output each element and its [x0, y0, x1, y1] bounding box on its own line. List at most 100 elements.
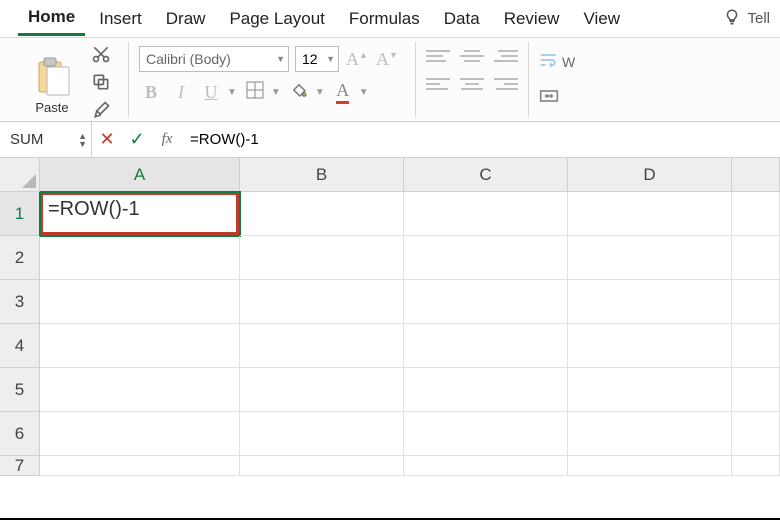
- name-box[interactable]: SUM ▲▼: [0, 122, 92, 157]
- cell[interactable]: [240, 324, 404, 368]
- cell[interactable]: [240, 412, 404, 456]
- cell[interactable]: [240, 192, 404, 236]
- align-top-button[interactable]: [426, 46, 450, 66]
- col-header-c[interactable]: C: [404, 158, 568, 192]
- row-header[interactable]: 4: [0, 324, 40, 368]
- cell[interactable]: [732, 456, 780, 476]
- bulb-icon: [723, 8, 741, 30]
- row-header[interactable]: 2: [0, 236, 40, 280]
- cell[interactable]: [404, 280, 568, 324]
- formula-bar: SUM ▲▼ ✕ ✓ fx: [0, 122, 780, 158]
- cell[interactable]: [40, 456, 240, 476]
- cell[interactable]: [240, 456, 404, 476]
- cell[interactable]: [40, 368, 240, 412]
- group-clipboard: Paste: [14, 42, 129, 117]
- cell[interactable]: [240, 280, 404, 324]
- cell[interactable]: [240, 236, 404, 280]
- borders-icon: [246, 81, 264, 104]
- wrap-text-button[interactable]: W: [539, 52, 575, 71]
- col-header-b[interactable]: B: [240, 158, 404, 192]
- align-center-button[interactable]: [460, 74, 484, 94]
- tab-review[interactable]: Review: [494, 3, 570, 35]
- select-all-corner[interactable]: [0, 158, 40, 192]
- tell-me-label: Tell: [747, 10, 770, 27]
- fill-color-button[interactable]: [287, 80, 311, 104]
- cancel-formula-button[interactable]: ✕: [92, 122, 122, 157]
- row-header[interactable]: 6: [0, 412, 40, 456]
- cell-a1[interactable]: =ROW()-1: [40, 192, 240, 236]
- cell[interactable]: [568, 412, 732, 456]
- chevron-down-icon: ▼: [227, 87, 237, 98]
- ribbon-body: Paste: [0, 38, 780, 122]
- tab-home[interactable]: Home: [18, 1, 85, 36]
- font-color-icon: A: [336, 80, 349, 104]
- increase-font-button[interactable]: A▲: [345, 47, 369, 71]
- cell[interactable]: [404, 456, 568, 476]
- chevron-down-icon: ▼: [326, 54, 335, 64]
- cell[interactable]: [40, 280, 240, 324]
- cell[interactable]: [568, 368, 732, 412]
- tab-draw[interactable]: Draw: [156, 3, 216, 35]
- align-bottom-button[interactable]: [494, 46, 518, 66]
- cell[interactable]: [404, 236, 568, 280]
- bold-button[interactable]: B: [139, 80, 163, 104]
- cell[interactable]: [732, 412, 780, 456]
- format-painter-button[interactable]: [84, 100, 118, 122]
- cell[interactable]: [404, 368, 568, 412]
- row-header[interactable]: 7: [0, 456, 40, 476]
- row-header[interactable]: 5: [0, 368, 40, 412]
- font-name-select[interactable]: [139, 46, 289, 72]
- cell[interactable]: [732, 368, 780, 412]
- cell[interactable]: [404, 192, 568, 236]
- merge-icon: [539, 88, 559, 107]
- tab-data[interactable]: Data: [434, 3, 490, 35]
- cell[interactable]: [568, 456, 732, 476]
- tab-page-layout[interactable]: Page Layout: [219, 3, 334, 35]
- cell[interactable]: [404, 324, 568, 368]
- copy-button[interactable]: [84, 72, 118, 96]
- col-header-a[interactable]: A: [40, 158, 240, 192]
- cell[interactable]: [568, 236, 732, 280]
- tell-me[interactable]: Tell: [723, 8, 770, 30]
- group-wrap: W: [529, 42, 585, 117]
- tab-view[interactable]: View: [573, 3, 630, 35]
- borders-button[interactable]: [243, 80, 267, 104]
- paintbrush-icon: [91, 100, 111, 123]
- font-color-button[interactable]: A: [331, 80, 355, 104]
- cell[interactable]: [732, 280, 780, 324]
- cell[interactable]: [732, 192, 780, 236]
- cell[interactable]: [568, 280, 732, 324]
- cell[interactable]: [40, 412, 240, 456]
- chevron-down-icon: ▼: [359, 87, 369, 98]
- accept-formula-button[interactable]: ✓: [122, 122, 152, 157]
- tab-insert[interactable]: Insert: [89, 3, 152, 35]
- cell[interactable]: [732, 236, 780, 280]
- cell[interactable]: [404, 412, 568, 456]
- align-left-button[interactable]: [426, 74, 450, 94]
- cut-button[interactable]: [84, 44, 118, 68]
- row-header[interactable]: 3: [0, 280, 40, 324]
- underline-button[interactable]: U: [199, 80, 223, 104]
- align-middle-button[interactable]: [460, 46, 484, 66]
- cell[interactable]: [568, 324, 732, 368]
- cell[interactable]: [40, 324, 240, 368]
- wrap-text-icon: [539, 52, 559, 71]
- col-header-d[interactable]: D: [568, 158, 732, 192]
- paint-bucket-icon: [290, 81, 308, 104]
- ribbon-tabs: Home Insert Draw Page Layout Formulas Da…: [0, 0, 780, 38]
- formula-input[interactable]: [182, 122, 780, 157]
- italic-button[interactable]: I: [169, 80, 193, 104]
- merge-center-button[interactable]: [539, 88, 575, 107]
- cell[interactable]: [40, 236, 240, 280]
- align-right-button[interactable]: [494, 74, 518, 94]
- col-header-e[interactable]: [732, 158, 780, 192]
- group-alignment: [416, 42, 529, 117]
- decrease-font-button[interactable]: A▼: [375, 47, 399, 71]
- row-header[interactable]: 1: [0, 192, 40, 236]
- paste-button[interactable]: Paste: [24, 44, 80, 122]
- insert-function-button[interactable]: fx: [152, 131, 182, 148]
- cell[interactable]: [732, 324, 780, 368]
- cell[interactable]: [240, 368, 404, 412]
- cell[interactable]: [568, 192, 732, 236]
- tab-formulas[interactable]: Formulas: [339, 3, 430, 35]
